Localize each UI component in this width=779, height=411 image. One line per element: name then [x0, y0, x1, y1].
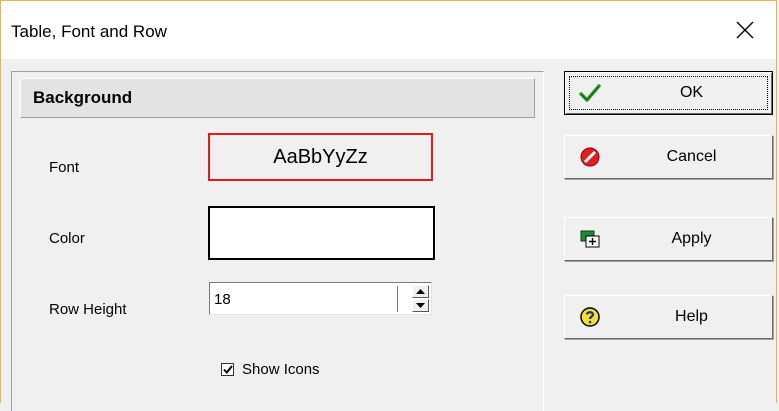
spin-divider: [397, 286, 398, 312]
apply-icon: [580, 230, 600, 248]
row-height-label: Row Height: [49, 301, 127, 318]
spin-up-button[interactable]: [412, 285, 429, 298]
ok-label: OK: [679, 84, 704, 101]
checkmark-icon: [579, 84, 601, 102]
apply-label: Apply: [671, 230, 712, 247]
panel-header-label: Background: [33, 88, 133, 107]
apply-button[interactable]: Apply: [564, 217, 773, 261]
row-height-stepper: [209, 282, 432, 315]
close-button[interactable]: [714, 1, 776, 59]
checkmark-icon: [222, 365, 233, 374]
arrow-down-icon: [416, 303, 425, 308]
cancel-icon: [580, 147, 600, 167]
help-label: Help: [675, 308, 708, 325]
window-title: Table, Font and Row: [11, 22, 167, 41]
color-swatch-button[interactable]: [208, 206, 435, 260]
dialog-body: Background Font AaBbYyZz Color Row Heigh…: [1, 59, 776, 411]
font-preview-button[interactable]: AaBbYyZz: [208, 133, 433, 181]
background-panel: Background Font AaBbYyZz Color Row Heigh…: [11, 71, 544, 411]
row-height-input[interactable]: [214, 287, 389, 311]
spin-buttons: [412, 285, 429, 312]
font-label: Font: [49, 159, 80, 176]
dialog-window: Table, Font and Row Background Font AaBb…: [0, 0, 777, 411]
spin-down-button[interactable]: [412, 299, 429, 312]
cancel-button[interactable]: Cancel: [564, 135, 773, 179]
show-icons-checkbox[interactable]: [221, 363, 234, 376]
close-icon: [736, 21, 754, 39]
show-icons-label: Show Icons: [242, 361, 320, 378]
ok-button[interactable]: OK: [564, 71, 773, 115]
arrow-up-icon: [416, 289, 425, 294]
help-button[interactable]: Help: [564, 295, 773, 339]
help-icon: [580, 307, 600, 327]
title-bar: Table, Font and Row: [1, 1, 776, 59]
panel-header: Background: [20, 78, 535, 118]
cancel-label: Cancel: [666, 148, 717, 165]
color-label: Color: [49, 230, 85, 247]
